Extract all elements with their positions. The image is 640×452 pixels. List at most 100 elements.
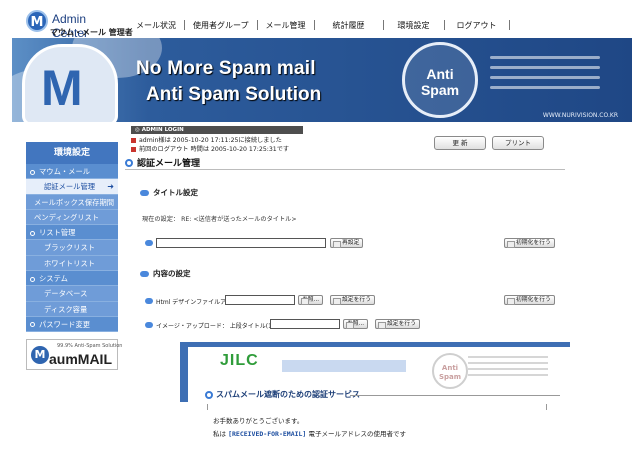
sidebar-item-auth-mail[interactable]: 認証メール管理 ➜ — [26, 179, 118, 195]
title-settings-heading: タイトル設定 — [140, 187, 198, 198]
sidebar-item-change-password[interactable]: パスワード変更 — [26, 316, 118, 333]
preview-frame-edge — [207, 404, 208, 410]
app-subtitle: マウム・メール 管理者 — [50, 28, 133, 37]
sidebar-item-label: ブラックリスト — [44, 243, 96, 253]
sidebar-title: 環境設定 — [26, 142, 118, 164]
preview-stamp-icon: Anti Spam — [432, 353, 468, 389]
image-file-input[interactable] — [270, 319, 340, 329]
sidebar-item-maum-mail[interactable]: マウム・メール — [26, 164, 118, 180]
section-bullet-icon — [140, 270, 149, 277]
image-apply-button[interactable]: 設定を行う — [375, 319, 420, 329]
html-reset-button[interactable]: 初期化を行う — [504, 295, 555, 305]
print-button[interactable]: プリント — [492, 136, 544, 150]
sidebar-item-label: ホワイトリスト — [44, 258, 96, 268]
preview-title-strip — [282, 360, 406, 372]
preview-text: 私は — [213, 430, 226, 438]
bullet-icon — [30, 322, 35, 328]
section-heading-text: タイトル設定 — [153, 188, 198, 197]
preview-stamp-text: Anti — [441, 364, 459, 372]
admin-center-logo[interactable]: M Admin Center マウム・メール 管理者 — [26, 10, 133, 40]
sidebar-item-label: 認証メール管理 — [44, 182, 96, 192]
html-browse-button[interactable]: 参照... — [298, 295, 324, 305]
postmark-wave — [468, 368, 548, 370]
sidebar-item-whitelist[interactable]: ホワイトリスト — [26, 255, 118, 272]
postmark-wave — [490, 56, 600, 59]
preview-body-line: お手数ありがとうございます。 — [213, 417, 304, 425]
title-apply-button[interactable]: 再設定 — [330, 238, 364, 248]
email-placeholder-token: [RECEIVED-FOR-EMAIL] — [228, 430, 307, 438]
row-bullet-icon — [145, 322, 153, 328]
preview-body-line: 私は [RECEIVED-FOR-EMAIL] 電子メールアドレスの使用者です — [213, 428, 406, 438]
title-reset-button[interactable]: 初期化を行う — [504, 238, 555, 248]
mail-logo-icon: M — [26, 10, 48, 32]
sidebar-item-label: リスト管理 — [39, 228, 76, 238]
postmark-wave — [490, 86, 600, 89]
bullet-icon — [30, 230, 35, 236]
admin-login-bar: ◎ ADMIN LOGIN — [131, 126, 303, 134]
sidebar-menu: マウム・メール 認証メール管理 ➜ メールボックス保存期間 ペンディングリスト … — [26, 164, 118, 333]
logo-letter: M — [41, 60, 83, 116]
nav-mail-status[interactable]: メール状況 — [128, 20, 184, 31]
preview-top-border — [180, 342, 570, 347]
aummail-mark-icon: M — [31, 346, 49, 364]
postmark-wave — [468, 356, 548, 358]
html-file-input[interactable] — [225, 295, 295, 305]
nav-statistics[interactable]: 統計履歴 — [315, 20, 383, 31]
sidebar-item-disk-capacity[interactable]: ディスク容量 — [26, 301, 118, 317]
nav-user-groups[interactable]: 使用者グループ — [185, 20, 257, 31]
sidebar-item-blacklist[interactable]: ブラックリスト — [26, 240, 118, 256]
top-navigation: メール状況 使用者グループ メール管理 統計履歴 環境設定 ログアウト — [128, 18, 510, 32]
logout-time-text: 前回のログアウト 時間は 2005-10-20 17:25:31です — [139, 146, 290, 153]
circle-bullet-icon — [125, 158, 133, 167]
square-bullet-icon — [131, 137, 136, 143]
bullet-icon — [30, 169, 35, 175]
preview-divider — [350, 395, 560, 396]
anti-spam-stamp-icon: Anti Spam — [402, 42, 478, 118]
sidebar-item-label: ペンディングリスト — [34, 212, 100, 222]
banner-subheadline: Anti Spam Solution — [146, 84, 322, 105]
heading-divider — [125, 169, 565, 170]
banner-url: WWW.NURIVISION.CO.KR — [542, 112, 618, 119]
page-title: 認証メール管理 — [137, 159, 201, 169]
sidebar-item-label: ディスク容量 — [44, 304, 88, 314]
nav-settings[interactable]: 環境設定 — [384, 20, 444, 31]
login-time-text: admin様は 2005-10-20 17:11:25に接続しました — [139, 137, 282, 144]
admin-login-label: ADMIN LOGIN — [141, 127, 184, 133]
nav-logout[interactable]: ログアウト — [445, 20, 509, 31]
refresh-button[interactable]: 更 新 — [434, 136, 486, 150]
current-title-setting: 現在の設定： RE: <送信者が送ったメールのタイトル> — [142, 216, 297, 223]
html-apply-button[interactable]: 設定を行う — [330, 295, 375, 305]
preview-logo: JILC — [220, 352, 259, 369]
sidebar-item-mailbox-retention[interactable]: メールボックス保存期間 — [26, 194, 118, 210]
preview-stamp-text: Spam — [438, 373, 462, 381]
aummail-logo[interactable]: M 99.9% Anti-Spam Solution aumMAIL — [26, 339, 122, 370]
bullet-icon — [30, 276, 35, 282]
sidebar-item-pending-list[interactable]: ペンディングリスト — [26, 209, 118, 226]
preview-side-bar — [180, 342, 188, 402]
sidebar-item-system[interactable]: システム — [26, 271, 118, 287]
row-bullet-icon — [145, 298, 153, 304]
square-bullet-icon — [131, 146, 136, 152]
stamp-text-bottom: Spam — [420, 82, 460, 98]
login-time-line: admin様は 2005-10-20 17:11:25に接続しました — [131, 135, 282, 144]
sidebar-item-database[interactable]: データベース — [26, 286, 118, 302]
title-input[interactable] — [156, 238, 326, 248]
arrow-right-icon: ➜ — [107, 182, 114, 192]
circle-bullet-icon — [205, 390, 213, 399]
maum-mail-logo-icon: M — [22, 44, 118, 122]
stamp-text-top: Anti — [426, 66, 454, 82]
page-heading: 認証メール管理 — [125, 156, 200, 169]
nav-mail-management[interactable]: メール管理 — [258, 20, 314, 31]
hero-banner: M No More Spam mail Anti Spam Solution A… — [12, 38, 632, 122]
postmark-wave — [490, 66, 600, 69]
sidebar-item-label: データベース — [44, 289, 88, 299]
logout-time-line: 前回のログアウト 時間は 2005-10-20 17:25:31です — [131, 144, 289, 153]
sidebar-item-list-management[interactable]: リスト管理 — [26, 225, 118, 241]
preview-heading: スパムメール遮断のための認証サービス — [205, 389, 360, 400]
preview-text: 電子メールアドレスの使用者です — [308, 430, 406, 438]
nav-divider — [508, 20, 510, 30]
banner-headline: No More Spam mail — [136, 58, 316, 79]
sidebar-item-label: システム — [39, 274, 68, 284]
section-heading-text: 内容の設定 — [153, 269, 191, 278]
image-browse-button[interactable]: 参照... — [343, 319, 369, 329]
